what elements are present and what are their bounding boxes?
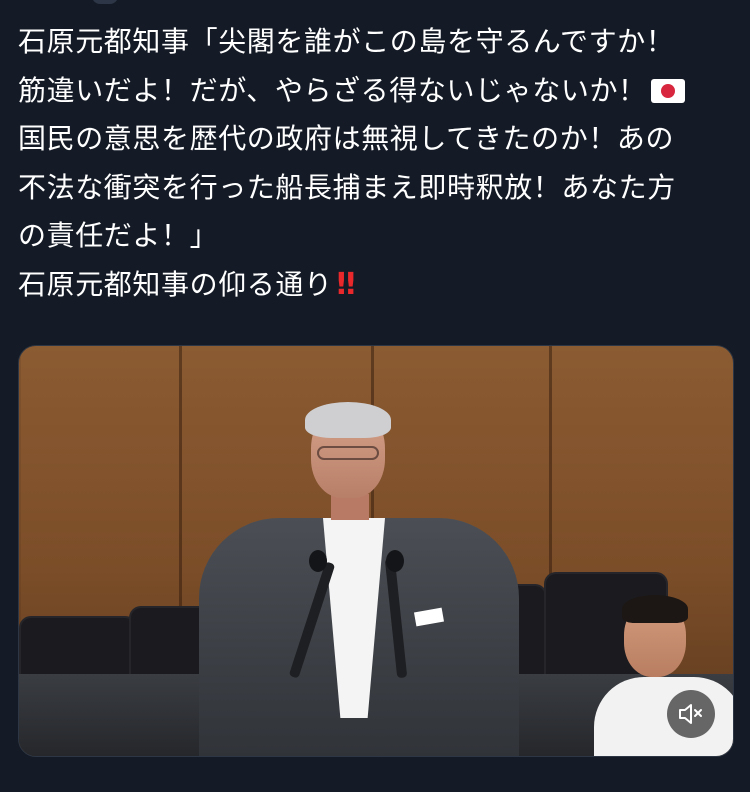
tweet-line-6: 石原元都知事の仰る通り ‼	[18, 261, 734, 310]
mute-button[interactable]	[667, 690, 715, 738]
embedded-video[interactable]	[18, 345, 734, 757]
avatar[interactable]	[92, 0, 118, 4]
seated-person	[594, 595, 733, 756]
double-exclamation-icon: ‼	[336, 266, 357, 302]
japan-flag-icon	[650, 78, 685, 103]
microphone-head	[386, 550, 404, 572]
tweet-line-2-text: 筋違いだよ！だが、やらざる得ないじゃないか！	[18, 73, 647, 107]
tweet-screen: 石原元都知事「尖閣を誰がこの島を守るんですか！ 筋違いだよ！だが、やらざる得ない…	[0, 0, 750, 792]
tweet-line-6-text: 石原元都知事の仰る通り	[18, 267, 333, 301]
tweet-line-2: 筋違いだよ！だが、やらざる得ないじゃないか！	[18, 67, 734, 116]
microphone-head	[309, 550, 327, 572]
wall-panel-divider	[179, 346, 182, 616]
tweet-line-1: 石原元都知事「尖閣を誰がこの島を守るんですか！	[18, 25, 675, 58]
speaker-hair	[305, 402, 391, 438]
tweet-line-4: 不法な衝突を行った船長捕まえ即時釈放！あなた方	[18, 170, 676, 204]
speaker-glasses	[317, 446, 379, 460]
tweet-line-3: 国民の意思を歴代の政府は無視してきたのか！あの	[18, 122, 675, 155]
tweet-body: 石原元都知事「尖閣を誰がこの島を守るんですか！ 筋違いだよ！だが、やらざる得ない…	[18, 18, 734, 309]
seated-person-hair	[622, 595, 688, 623]
speaker-muted-icon	[678, 703, 704, 725]
tweet-line-5: の責任だよ！」	[18, 219, 219, 252]
speaker-person	[199, 402, 519, 756]
